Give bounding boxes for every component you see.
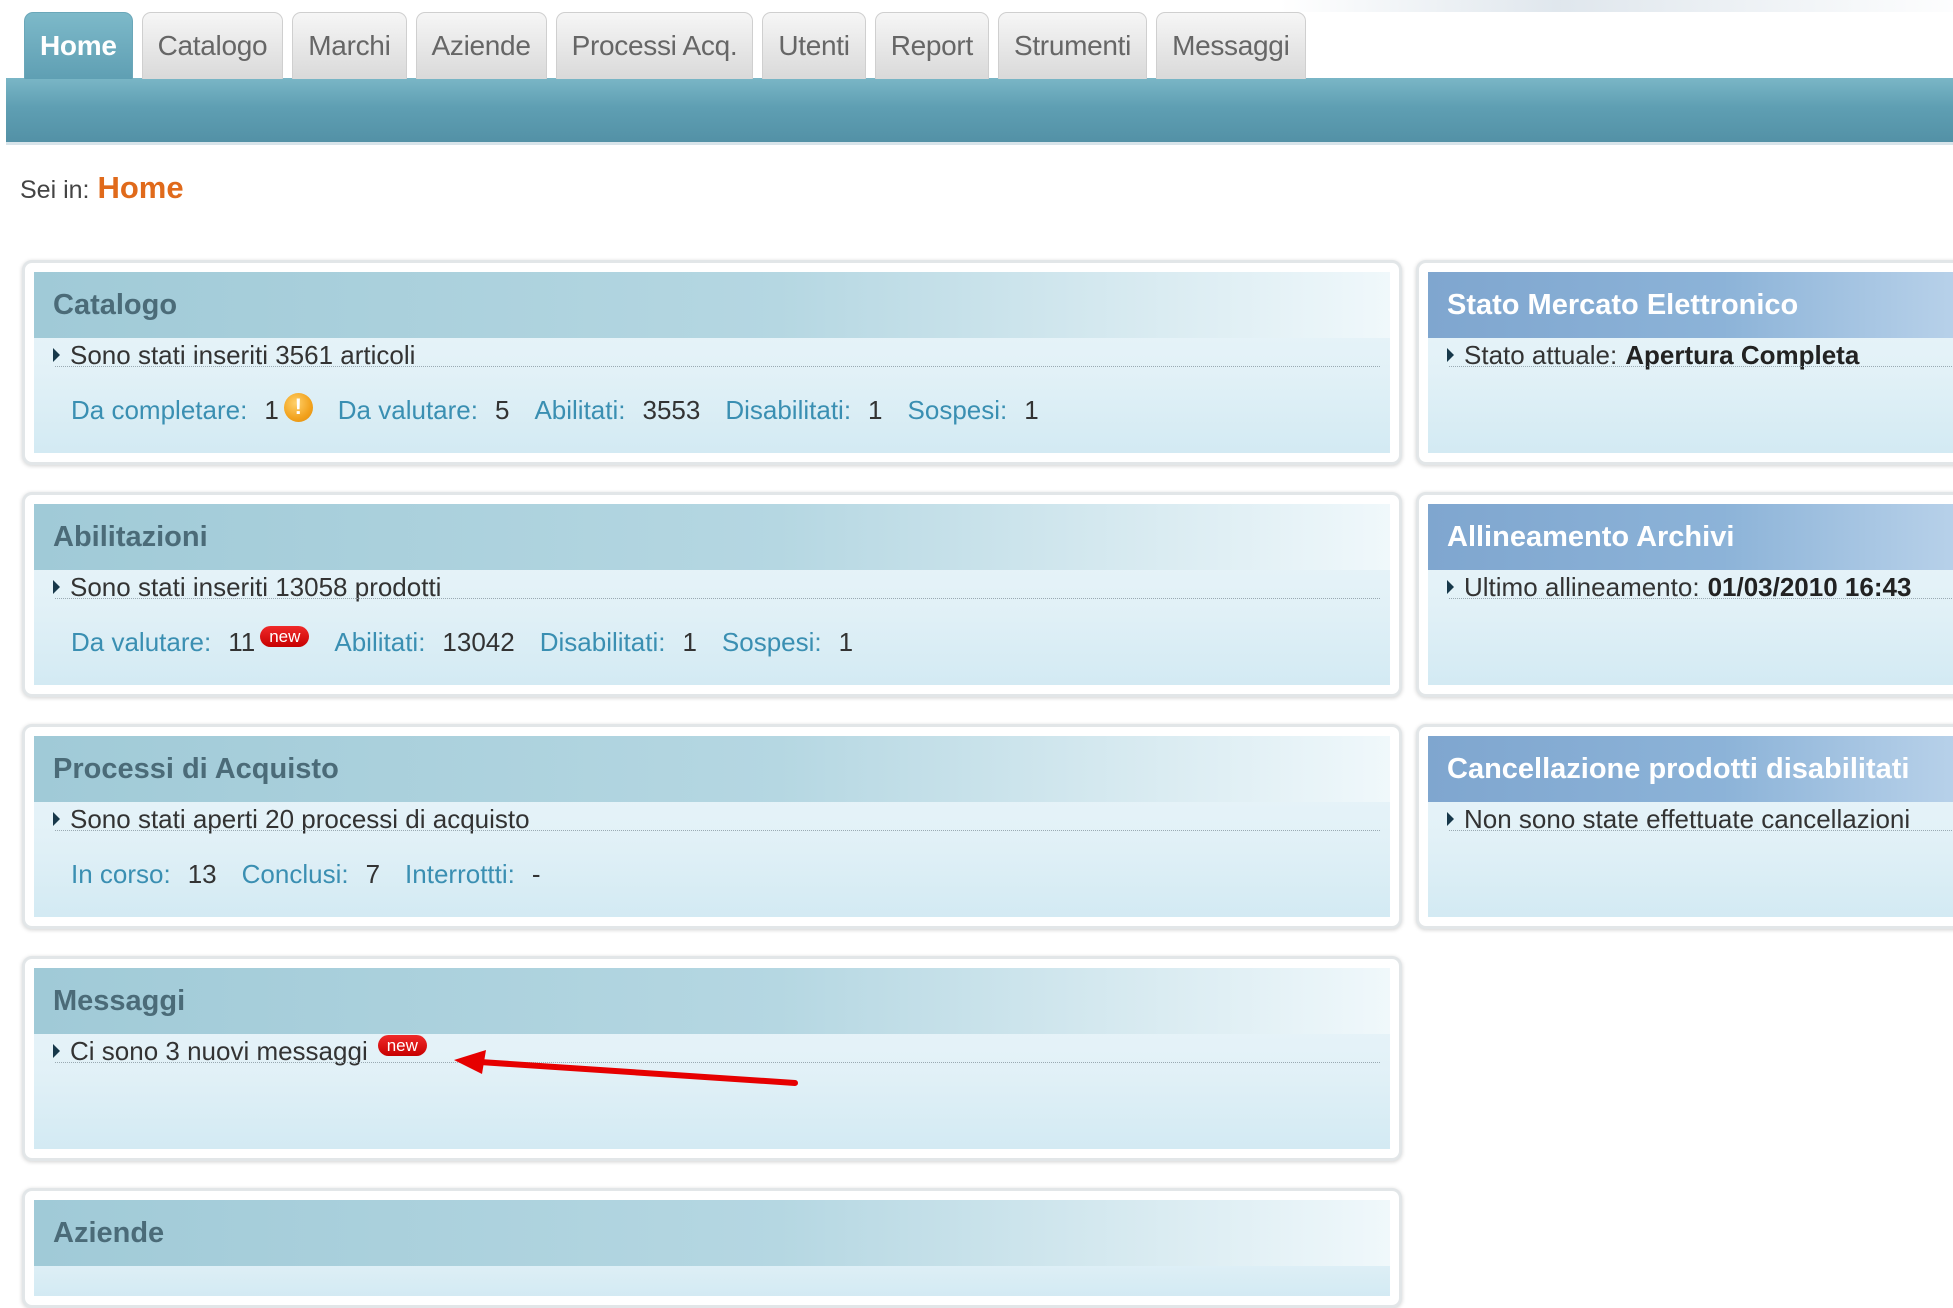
stat-conclusi-value: 7 xyxy=(365,858,381,889)
stat-disabilitati-value: 1 xyxy=(682,626,697,657)
tab-home[interactable]: Home xyxy=(24,12,133,79)
stat-abilitati-value: 3553 xyxy=(642,394,701,425)
cancellazione-title: Cancellazione prodotti disabilitati xyxy=(1428,736,1953,802)
warning-icon: ! xyxy=(283,392,313,422)
stat-interrotti-label[interactable]: Interrottti: xyxy=(405,859,515,890)
stat-sospesi-value: 1 xyxy=(838,626,854,657)
aziende-panel: Aziende xyxy=(22,1188,1402,1308)
messaggi-title: Messaggi xyxy=(34,968,1390,1034)
breadcrumb-label: Sei in: xyxy=(20,176,90,204)
stat-disabilitati-label[interactable]: Disabilitati: xyxy=(540,627,666,658)
tab-marchi[interactable]: Marchi xyxy=(292,12,407,79)
stat-disabilitati-value: 1 xyxy=(868,394,883,425)
catalogo-panel: Catalogo Sono stati inseriti 3561 artico… xyxy=(22,260,1402,465)
new-badge: new xyxy=(377,1034,427,1056)
arrow-bullet-icon xyxy=(53,1044,60,1058)
tab-aziende[interactable]: Aziende xyxy=(415,12,547,79)
allineamento-panel: Allineamento Archivi Ultimo allineamento… xyxy=(1416,492,1953,697)
arrow-bullet-icon xyxy=(53,812,60,826)
divider xyxy=(1449,598,1953,599)
arrow-bullet-icon xyxy=(53,580,60,594)
tab-utenti[interactable]: Utenti xyxy=(762,12,866,79)
divider xyxy=(1449,830,1953,831)
processi-stats: In corso: 13 Conclusi: 7 Interrottti: - xyxy=(71,856,566,892)
processi-panel: Processi di Acquisto Sono stati aperti 2… xyxy=(22,724,1402,929)
stat-da-completare-label[interactable]: Da completare: xyxy=(71,395,247,426)
stat-interrotti-value: - xyxy=(531,858,541,889)
arrow-bullet-icon xyxy=(1447,348,1454,362)
arrow-bullet-icon xyxy=(1447,580,1454,594)
abilitazioni-panel: Abilitazioni Sono stati inseriti 13058 p… xyxy=(22,492,1402,697)
nav-bar xyxy=(6,78,1953,145)
stato-mercato-panel: Stato Mercato Elettronico Stato attuale:… xyxy=(1416,260,1953,465)
stat-abilitati-label[interactable]: Abilitati: xyxy=(534,395,625,426)
cancellazione-panel: Cancellazione prodotti disabilitati Non … xyxy=(1416,724,1953,929)
divider xyxy=(55,366,1380,367)
abilitazioni-stats: Da valutare: 11 new Abilitati: 13042 Dis… xyxy=(71,624,878,660)
divider xyxy=(55,830,1380,831)
abilitazioni-title: Abilitazioni xyxy=(34,504,1390,570)
stat-da-valutare-label[interactable]: Da valutare: xyxy=(338,395,478,426)
stat-conclusi-label[interactable]: Conclusi: xyxy=(242,859,349,890)
divider xyxy=(1449,366,1953,367)
annotation-arrow-icon xyxy=(454,1050,798,1086)
stat-in-corso-value: 13 xyxy=(187,858,217,889)
stat-abilitati-value: 13042 xyxy=(442,626,515,657)
new-badge: new xyxy=(260,625,310,647)
stat-sospesi-label[interactable]: Sospesi: xyxy=(722,627,822,658)
stat-sospesi-value: 1 xyxy=(1024,394,1039,425)
stat-da-valutare-label[interactable]: Da valutare: xyxy=(71,627,211,658)
breadcrumb-current[interactable]: Home xyxy=(97,170,183,206)
tab-processi-acq[interactable]: Processi Acq. xyxy=(555,12,754,79)
arrow-bullet-icon xyxy=(53,348,60,362)
tab-strumenti[interactable]: Strumenti xyxy=(997,12,1148,79)
allineamento-title: Allineamento Archivi xyxy=(1428,504,1953,570)
stat-da-valutare-value: 5 xyxy=(494,394,510,425)
top-decoration xyxy=(1280,0,1953,12)
stat-da-completare-value: 1 xyxy=(264,394,279,425)
processi-title: Processi di Acquisto xyxy=(34,736,1390,802)
arrow-bullet-icon xyxy=(1447,812,1454,826)
stat-disabilitati-label[interactable]: Disabilitati: xyxy=(725,395,851,426)
tab-messaggi[interactable]: Messaggi xyxy=(1156,12,1306,79)
catalogo-stats: Da completare: 1 ! Da valutare: 5 Abilit… xyxy=(71,392,1064,428)
stat-abilitati-label[interactable]: Abilitati: xyxy=(334,627,425,658)
divider xyxy=(55,598,1380,599)
stato-mercato-title: Stato Mercato Elettronico xyxy=(1428,272,1953,338)
main-tabs: Home Catalogo Marchi Aziende Processi Ac… xyxy=(24,12,1306,79)
aziende-title: Aziende xyxy=(34,1200,1390,1266)
tab-report[interactable]: Report xyxy=(874,12,989,79)
stat-da-valutare-value: 11 xyxy=(228,626,256,657)
tab-catalogo[interactable]: Catalogo xyxy=(141,12,284,79)
stat-in-corso-label[interactable]: In corso: xyxy=(71,859,171,890)
catalogo-title: Catalogo xyxy=(34,272,1390,338)
breadcrumb: Sei in: Home xyxy=(20,170,184,206)
stat-sospesi-label[interactable]: Sospesi: xyxy=(908,395,1008,426)
